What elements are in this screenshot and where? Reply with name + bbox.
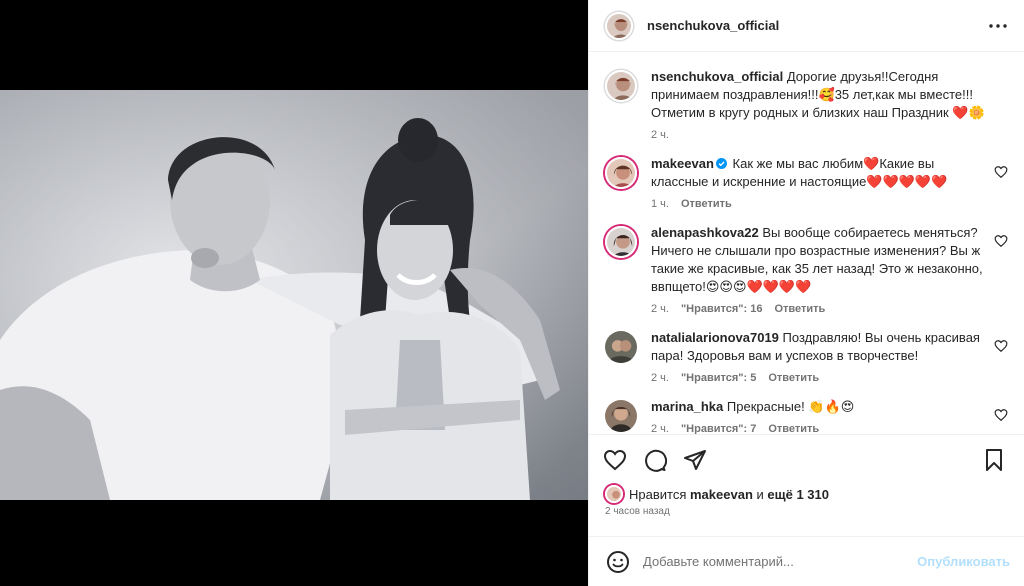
post-caption: nsenchukova_official Дорогие друзья!!Сег… xyxy=(605,68,1008,141)
post-sidebar: nsenchukova_official nsenchukova_officia… xyxy=(588,0,1024,586)
commenter-username[interactable]: makeevan xyxy=(651,156,714,171)
comment-item: makeevan Как же мы вас любим❤️Какие вы к… xyxy=(605,155,1008,210)
comment-time[interactable]: 1 ч. xyxy=(651,198,669,210)
comment-likes[interactable]: "Нравится": 16 xyxy=(681,303,762,315)
comment-text: Прекрасные! 👏🔥😍 xyxy=(726,399,855,414)
caption-username[interactable]: nsenchukova_official xyxy=(651,69,783,84)
heart-icon xyxy=(603,449,627,470)
comment-likes[interactable]: "Нравится": 5 xyxy=(681,372,756,384)
likes-prefix: Нравится xyxy=(629,486,687,502)
share-button[interactable] xyxy=(675,440,715,480)
likes-summary: Нравится makeevan и ещё 1 310 xyxy=(589,484,1024,504)
author-avatar[interactable] xyxy=(605,11,633,40)
commenter-username[interactable]: marina_hka xyxy=(651,399,723,414)
like-comment-icon[interactable] xyxy=(994,408,1008,422)
post-actions xyxy=(589,434,1024,484)
comment-input[interactable] xyxy=(643,554,918,569)
post-timestamp[interactable]: 2 часов назад xyxy=(589,504,1024,524)
post-media xyxy=(0,0,588,586)
comment-time[interactable]: 2 ч. xyxy=(651,372,669,384)
more-icon xyxy=(989,23,1007,28)
reply-button[interactable]: Ответить xyxy=(774,303,825,315)
like-comment-icon[interactable] xyxy=(994,165,1008,179)
save-button[interactable] xyxy=(974,440,1014,480)
commenter-username[interactable]: alenapashkova22 xyxy=(651,225,759,240)
more-options-button[interactable] xyxy=(986,14,1010,38)
comment-icon xyxy=(645,449,667,472)
like-button[interactable] xyxy=(595,440,635,480)
comment-item: natalialarionova7019 Поздравляю! Вы очен… xyxy=(605,329,1008,384)
comment-composer: Опубликовать xyxy=(589,536,1024,586)
caption-author-avatar[interactable] xyxy=(605,70,637,102)
comment-likes[interactable]: "Нравится": 7 xyxy=(681,423,756,434)
emoji-icon xyxy=(607,550,629,573)
like-comment-icon[interactable] xyxy=(994,339,1008,353)
comment-button[interactable] xyxy=(635,440,675,480)
publish-button[interactable]: Опубликовать xyxy=(917,554,1010,569)
post-viewer: nsenchukova_official nsenchukova_officia… xyxy=(0,0,1024,586)
commenter-avatar[interactable] xyxy=(605,400,637,432)
emoji-button[interactable] xyxy=(605,549,631,575)
comment-time[interactable]: 2 ч. xyxy=(651,423,669,434)
comment-time[interactable]: 2 ч. xyxy=(651,303,669,315)
commenter-avatar[interactable] xyxy=(605,157,637,189)
liker-avatar[interactable] xyxy=(605,485,623,503)
likes-count[interactable]: ещё 1 310 xyxy=(767,487,829,502)
post-header: nsenchukova_official xyxy=(589,0,1024,52)
post-photo[interactable] xyxy=(0,90,588,500)
likes-conj: и xyxy=(756,486,764,502)
author-username[interactable]: nsenchukova_official xyxy=(647,18,779,33)
commenter-avatar[interactable] xyxy=(605,226,637,258)
reply-button[interactable]: Ответить xyxy=(768,372,819,384)
comment-item: alenapashkova22 Вы вообще собираетесь ме… xyxy=(605,224,1008,315)
comment-item: marina_hka Прекрасные! 👏🔥😍 2 ч. "Нравится… xyxy=(605,398,1008,434)
like-comment-icon[interactable] xyxy=(994,234,1008,248)
comments-list[interactable]: nsenchukova_official Дорогие друзья!!Сег… xyxy=(589,52,1024,434)
liker-username[interactable]: makeevan xyxy=(690,487,753,502)
commenter-avatar[interactable] xyxy=(605,331,637,363)
reply-button[interactable]: Ответить xyxy=(681,198,732,210)
commenter-username[interactable]: natalialarionova7019 xyxy=(651,330,779,345)
save-icon xyxy=(986,448,1002,471)
caption-time[interactable]: 2 ч. xyxy=(651,129,669,141)
verified-icon xyxy=(715,158,727,169)
share-icon xyxy=(684,449,706,470)
reply-button[interactable]: Ответить xyxy=(768,423,819,434)
